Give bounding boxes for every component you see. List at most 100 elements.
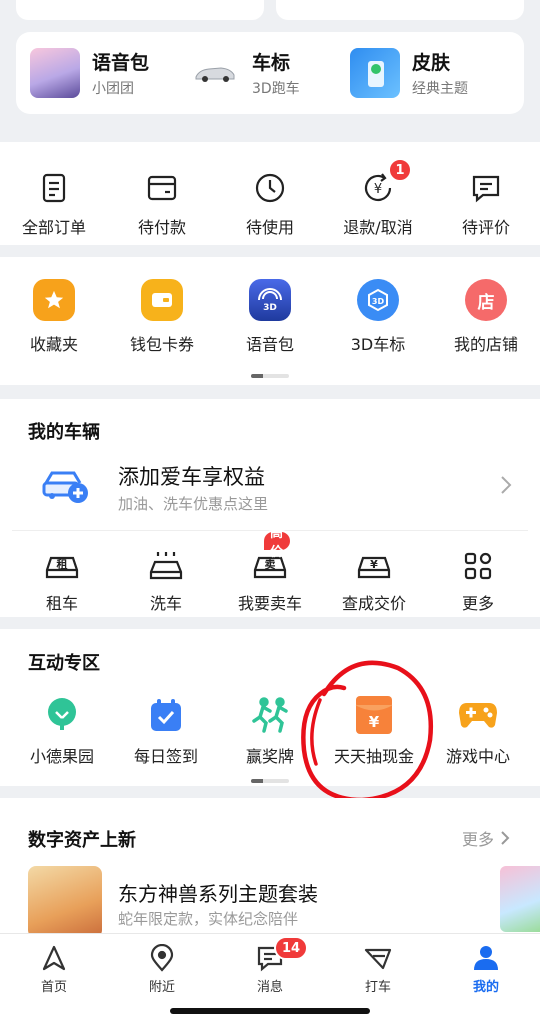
vehicle-item-label: 租车 — [45, 594, 78, 613]
chevron-right-icon — [500, 475, 512, 499]
package-skin[interactable]: 皮肤 经典主题 — [350, 48, 510, 98]
vehicle-sell[interactable]: 卖 高价 我要卖车 — [218, 526, 322, 614]
package-title: 车标 — [252, 52, 291, 74]
add-car-icon — [42, 465, 90, 509]
tool-wallet[interactable]: 钱包卡券 — [108, 279, 216, 355]
tool-label: 语音包 — [245, 335, 294, 354]
chevron-right-icon — [501, 831, 510, 845]
asset-sub: 蛇年限定款，实体纪念陪伴 — [118, 910, 299, 928]
tools-section: 收藏夹 钱包卡券 3D 语音包 3D 3D车标 店 我的店铺 — [0, 257, 540, 385]
refund-count-badge: 1 — [388, 158, 412, 182]
order-to-use[interactable]: 待使用 — [216, 166, 324, 238]
annotation-circle — [301, 660, 434, 803]
car-logo-3d-icon: 3D — [357, 279, 399, 321]
tool-voice-pack[interactable]: 3D 语音包 — [216, 279, 324, 355]
vehicle-more[interactable]: 更多 — [426, 544, 530, 614]
vehicle-item-label: 洗车 — [149, 594, 182, 613]
tool-3d-car-logo[interactable]: 3D 3D车标 — [324, 279, 432, 355]
location-pin-icon — [150, 944, 174, 972]
tool-favorites[interactable]: 收藏夹 — [0, 279, 108, 355]
svg-text:3D: 3D — [263, 303, 277, 313]
vehicle-item-label: 我要卖车 — [237, 594, 302, 613]
running-icon — [248, 693, 292, 737]
refund-icon: ¥ 1 — [356, 158, 412, 210]
vehicle-item-label: 更多 — [461, 594, 494, 613]
tab-label: 打车 — [364, 980, 391, 995]
rent-car-icon: 租 — [40, 544, 84, 588]
gamepad-icon — [456, 693, 500, 737]
package-car-logo[interactable]: 车标 3D跑车 — [190, 48, 350, 98]
section-title: 数字资产上新 — [28, 830, 136, 851]
tool-label: 我的店铺 — [453, 335, 518, 354]
activity-label: 赢奖牌 — [245, 747, 294, 766]
car-logo-thumb — [190, 48, 240, 98]
package-voice[interactable]: 语音包 小团团 — [30, 48, 190, 98]
sell-car-icon: 卖 高价 — [248, 526, 292, 588]
package-sub: 经典主题 — [412, 81, 468, 97]
tab-home[interactable]: 首页 — [0, 934, 108, 1022]
vehicle-wash[interactable]: 洗车 — [114, 544, 218, 614]
vehicle-rent[interactable]: 租 租车 — [10, 544, 114, 614]
wallet-icon — [140, 166, 184, 210]
activity-game-center[interactable]: 游戏中心 — [426, 693, 530, 767]
activity-orchard[interactable]: 小德果园 — [10, 693, 114, 767]
section-title: 我的车辆 — [28, 422, 100, 443]
profile-icon — [474, 946, 498, 970]
activity-label: 小德果园 — [29, 747, 94, 766]
more-grid-icon — [456, 544, 500, 588]
interactive-section: 互动专区 小德果园 每日签到 赢奖牌 ¥ 天天抽现金 游戏中心 — [0, 629, 540, 786]
voice-pack-avatar — [30, 48, 80, 98]
add-vehicle-row[interactable]: 添加爱车享权益 加油、洗车优惠点这里 — [0, 451, 540, 531]
package-sub: 3D跑车 — [252, 81, 300, 97]
tool-label: 3D车标 — [350, 335, 406, 354]
order-pending-payment[interactable]: 待付款 — [108, 166, 216, 238]
clock-icon — [248, 166, 292, 210]
order-to-review[interactable]: 待评价 — [432, 166, 540, 238]
order-all[interactable]: 全部订单 — [0, 166, 108, 238]
more-link[interactable]: 更多 — [462, 826, 510, 850]
tab-label: 首页 — [40, 980, 67, 995]
vehicle-item-label: 查成交价 — [341, 594, 406, 613]
car-wash-icon — [144, 544, 188, 588]
svg-text:¥: ¥ — [374, 182, 382, 197]
partial-card[interactable] — [276, 0, 524, 20]
orders-section: 全部订单 待付款 待使用 ¥ 1 退款/取消 待评价 — [0, 142, 540, 245]
tab-label: 附近 — [148, 980, 175, 995]
shop-icon: 店 — [465, 279, 507, 321]
orchard-icon — [40, 693, 84, 737]
home-indicator — [170, 1008, 370, 1014]
order-label: 全部订单 — [21, 218, 86, 237]
next-asset-thumbnail — [500, 866, 540, 932]
message-count-badge: 14 — [274, 936, 309, 960]
wallet-card-icon — [141, 279, 183, 321]
voice-3d-icon: 3D — [249, 279, 291, 321]
calendar-check-icon — [144, 693, 188, 737]
high-price-tag: 高价 — [262, 526, 292, 560]
tool-my-shop[interactable]: 店 我的店铺 — [432, 279, 540, 355]
section-title: 互动专区 — [28, 653, 100, 674]
vehicle-price[interactable]: ¥ 查成交价 — [322, 544, 426, 614]
svg-text:¥: ¥ — [370, 558, 378, 571]
partial-card[interactable] — [16, 0, 264, 20]
add-vehicle-title: 添加爱车享权益 — [118, 465, 265, 489]
asset-title: 东方神兽系列主题套装 — [118, 882, 318, 906]
digital-asset-card[interactable]: 东方神兽系列主题套装 蛇年限定款，实体纪念陪伴 — [28, 866, 540, 938]
order-label: 退款/取消 — [343, 218, 413, 237]
taxi-flag-icon — [364, 948, 392, 970]
tools-pager — [251, 374, 289, 378]
order-label: 待评价 — [461, 218, 510, 237]
activity-checkin[interactable]: 每日签到 — [114, 693, 218, 767]
navigate-arrow-icon — [42, 945, 66, 971]
asset-thumbnail — [28, 866, 102, 938]
tab-label: 我的 — [472, 980, 499, 995]
tool-label: 收藏夹 — [29, 335, 78, 354]
tab-profile[interactable]: 我的 — [432, 934, 540, 1022]
vehicle-section: 我的车辆 添加爱车享权益 加油、洗车优惠点这里 租 租车 洗车 卖 高价 我要卖… — [0, 399, 540, 617]
list-icon — [32, 166, 76, 210]
order-refund[interactable]: ¥ 1 退款/取消 — [324, 158, 432, 238]
top-partial-cards — [16, 0, 524, 20]
order-label: 待付款 — [137, 218, 186, 237]
package-sub: 小团团 — [92, 81, 134, 97]
activity-label: 每日签到 — [133, 747, 198, 766]
activity-label: 游戏中心 — [445, 747, 510, 766]
